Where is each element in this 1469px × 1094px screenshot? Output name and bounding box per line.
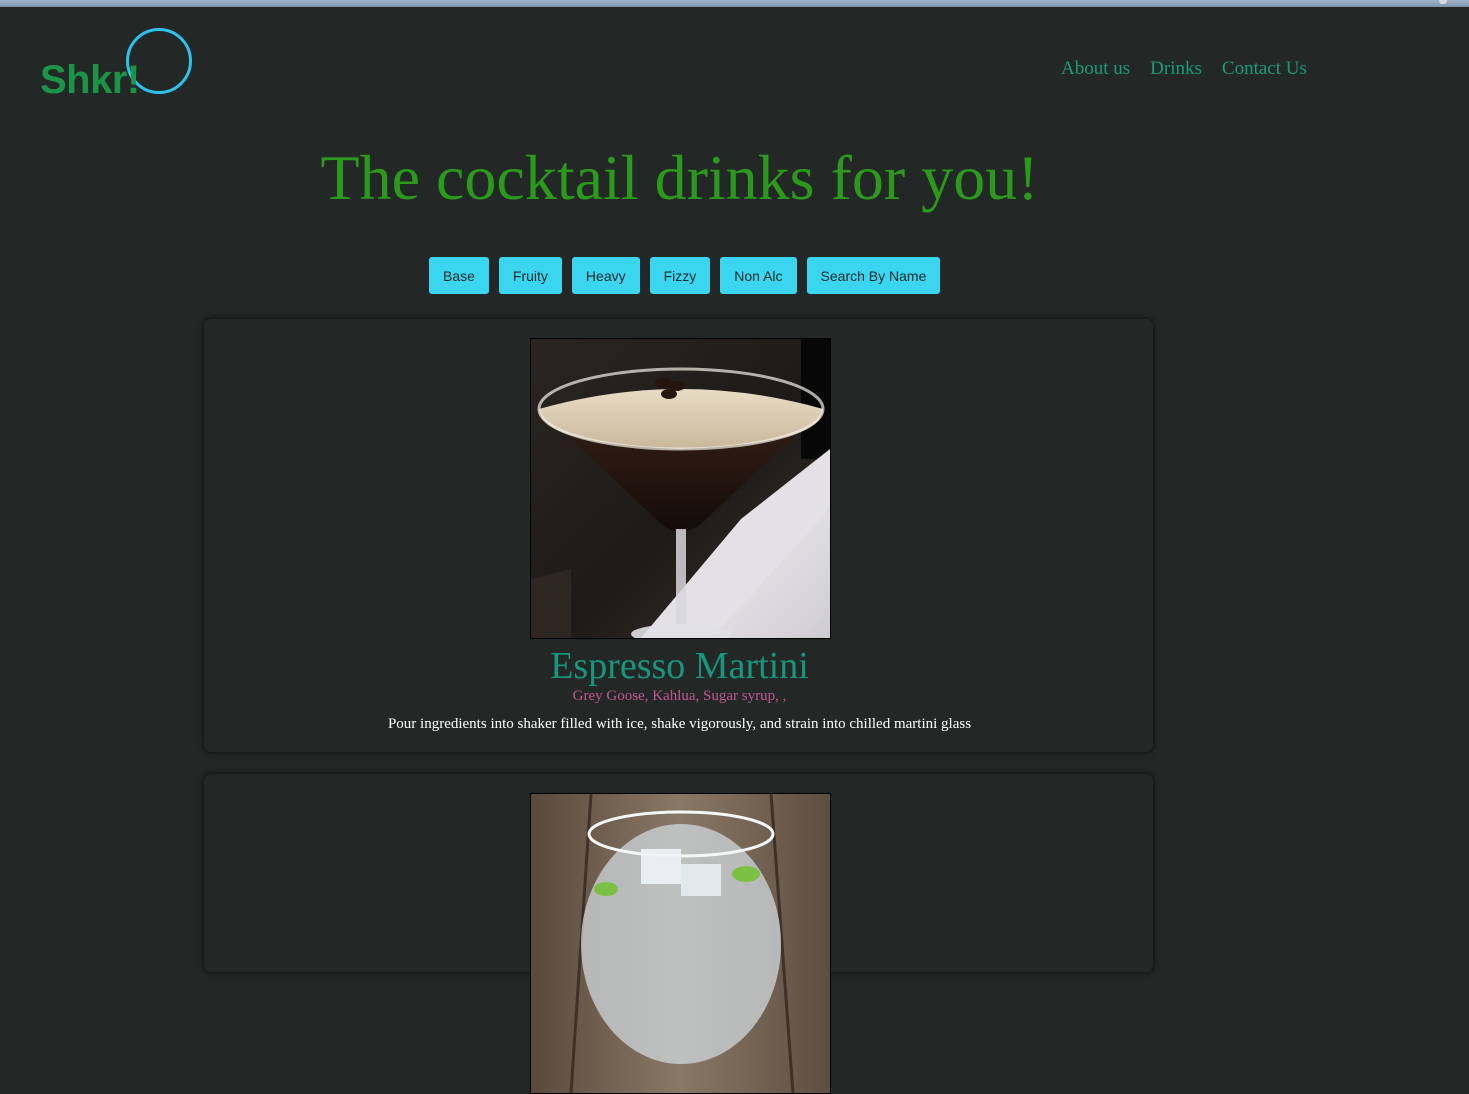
gin-and-tonic-image — [531, 794, 830, 1093]
filter-button-base[interactable]: Base — [429, 257, 489, 294]
search-by-name-button[interactable]: Search By Name — [806, 257, 941, 294]
espresso-martini-photo — [530, 338, 831, 639]
gin-and-tonic-photo — [530, 793, 831, 1094]
filter-button-fruity[interactable]: Fruity — [498, 257, 562, 294]
filter-button-group: Base Fruity Heavy Fizzy Non Alc Search B… — [429, 257, 941, 294]
filter-button-fizzy[interactable]: Fizzy — [649, 257, 711, 294]
drink-card — [203, 773, 1154, 1094]
filter-button-non-alc[interactable]: Non Alc — [720, 257, 797, 294]
browser-top-strip — [0, 0, 1469, 7]
main-nav: About us Drinks Contact Us — [1061, 58, 1307, 80]
nav-link-drinks[interactable]: Drinks — [1150, 58, 1202, 80]
site-logo[interactable]: Shkr! — [40, 26, 200, 106]
nav-link-about-us[interactable]: About us — [1061, 58, 1130, 80]
drink-ingredients: Grey Goose, Kahlua, Sugar syrup, , — [572, 688, 787, 704]
espresso-martini-image — [531, 339, 830, 638]
nav-link-contact-us[interactable]: Contact Us — [1222, 58, 1307, 80]
drink-name: Espresso Martini — [550, 645, 809, 687]
drink-card: Espresso Martini Grey Goose, Kahlua, Sug… — [203, 318, 1154, 753]
drink-method: Pour ingredients into shaker filled with… — [387, 716, 972, 732]
window-edge-handle — [1439, 0, 1447, 4]
logo-text: Shkr! — [40, 58, 140, 102]
page-title: The cocktail drinks for you! — [320, 142, 1039, 213]
filter-button-heavy[interactable]: Heavy — [571, 257, 640, 294]
